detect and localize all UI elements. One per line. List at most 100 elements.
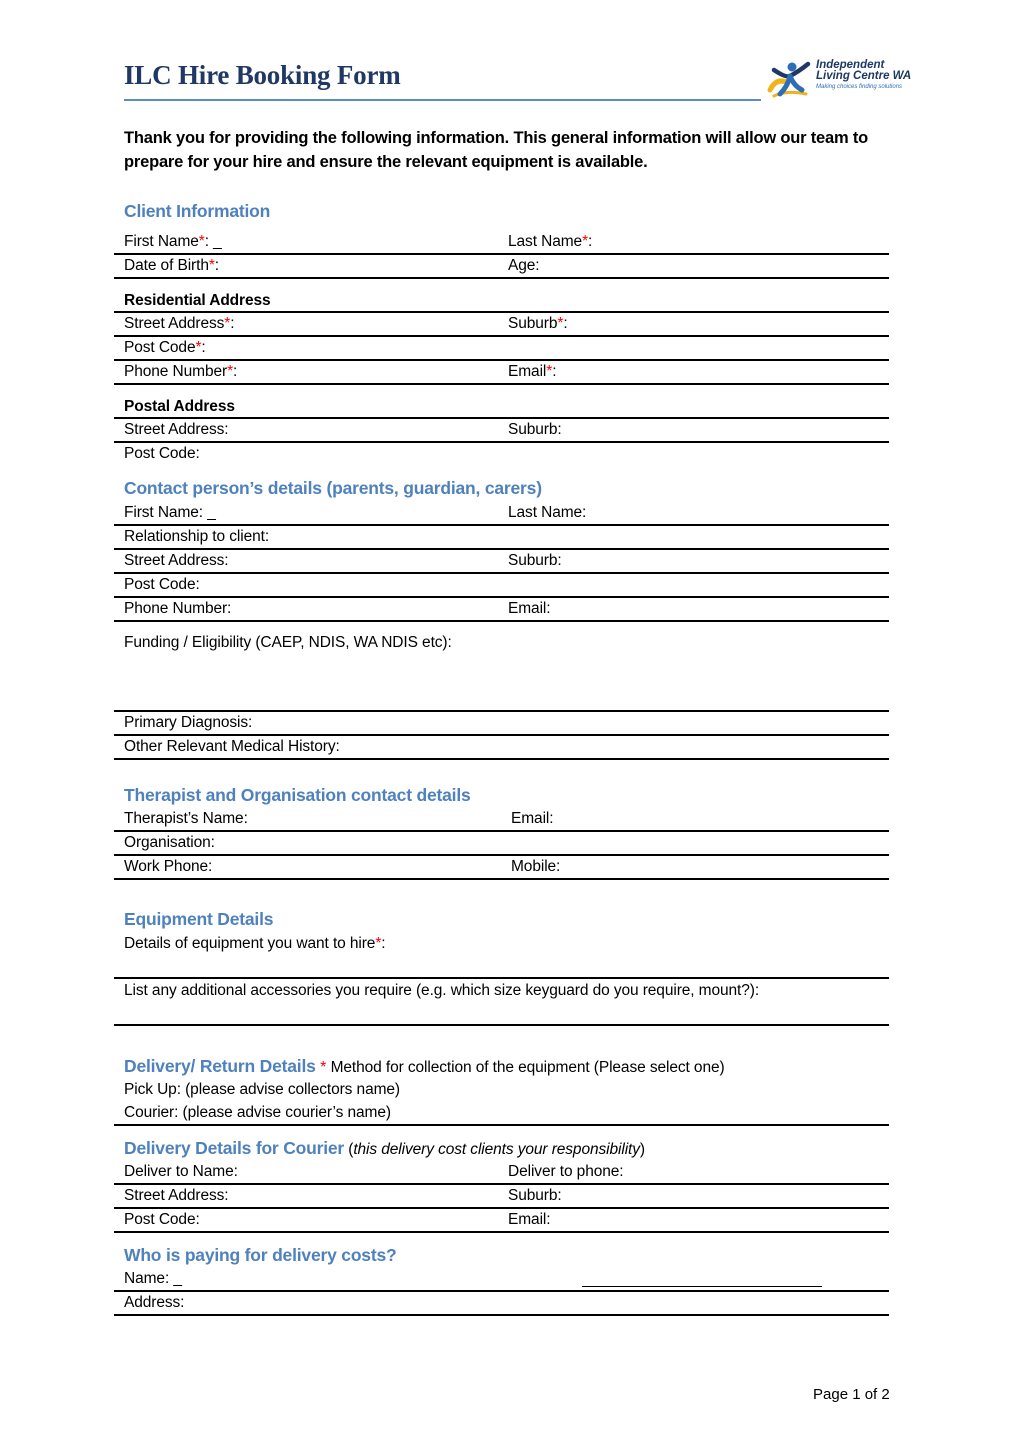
- required-marker: *: [195, 339, 202, 356]
- residential-suburb-field[interactable]: Suburb*:: [508, 315, 568, 333]
- therapist-name-field[interactable]: Therapist’s Name:: [124, 810, 248, 828]
- residential-street-field[interactable]: Street Address*:: [124, 315, 235, 333]
- note-close-paren: ): [639, 1141, 645, 1158]
- required-marker: *: [224, 315, 231, 332]
- postal-suburb-field[interactable]: Suburb:: [508, 421, 562, 439]
- delivery-return-line: Delivery/ Return Details * Method for co…: [124, 1056, 725, 1077]
- first-name-suffix: : _: [204, 233, 222, 250]
- equipment-details-field[interactable]: Details of equipment you want to hire*:: [124, 935, 386, 953]
- divider: [114, 758, 889, 760]
- divider: [114, 878, 889, 880]
- courier-cost-note: this delivery cost clients your responsi…: [353, 1141, 640, 1158]
- contact-phone-row: Phone Number: Email:: [114, 597, 889, 621]
- courier-postcode-row: Post Code: Email:: [114, 1208, 889, 1232]
- postal-postcode-field[interactable]: Post Code:: [124, 445, 200, 463]
- contact-postcode-field[interactable]: Post Code:: [124, 576, 200, 594]
- organisation-row: Organisation:: [114, 831, 889, 855]
- note-open-paren: (: [344, 1141, 354, 1158]
- divider: [114, 1124, 889, 1126]
- person-figure-logo-icon: [767, 61, 811, 98]
- contact-phone-field[interactable]: Phone Number:: [124, 600, 231, 618]
- relationship-field[interactable]: Relationship to client:: [124, 528, 269, 546]
- email-label: Email: [508, 363, 547, 380]
- residential-postcode-field[interactable]: Post Code*:: [124, 339, 206, 357]
- required-marker: *: [546, 363, 553, 380]
- postal-street-field[interactable]: Street Address:: [124, 421, 229, 439]
- client-dob-row: Date of Birth*: Age:: [114, 254, 889, 278]
- divider: [114, 383, 889, 385]
- funding-field[interactable]: Funding / Eligibility (CAEP, NDIS, WA ND…: [124, 634, 452, 652]
- first-name-field[interactable]: First Name*: _: [124, 233, 222, 251]
- last-name-label: Last Name: [508, 233, 583, 250]
- intro-text: Thank you for providing the following in…: [124, 129, 869, 171]
- primary-diagnosis-field[interactable]: Primary Diagnosis:: [124, 714, 252, 732]
- postal-street-row: Street Address: Suburb:: [114, 418, 889, 442]
- residential-address-heading: Residential Address: [124, 292, 271, 309]
- contact-person-heading: Contact person’s details (parents, guard…: [124, 478, 542, 498]
- organisation-field[interactable]: Organisation:: [124, 834, 215, 852]
- required-marker: *: [557, 315, 564, 332]
- accessories-field[interactable]: List any additional accessories you requ…: [124, 982, 759, 1000]
- postal-postcode-row: Post Code:: [114, 442, 889, 466]
- courier-street-row: Street Address: Suburb:: [114, 1184, 889, 1208]
- suburb-label: Suburb: [508, 315, 558, 332]
- work-phone-field[interactable]: Work Phone:: [124, 858, 212, 876]
- pickup-option[interactable]: Pick Up: (please advise collectors name): [124, 1081, 400, 1099]
- divider: [114, 277, 889, 279]
- courier-postcode-field[interactable]: Post Code:: [124, 1211, 200, 1229]
- therapist-heading: Therapist and Organisation contact detai…: [124, 785, 471, 805]
- client-info-heading: Client Information: [124, 201, 271, 221]
- delivery-return-heading: Delivery/ Return Details: [124, 1056, 316, 1076]
- therapist-email-field[interactable]: Email:: [511, 810, 554, 828]
- postcode-label: Post Code: [124, 339, 196, 356]
- payer-name-blank-line: [582, 1286, 822, 1287]
- courier-email-field[interactable]: Email:: [508, 1211, 551, 1229]
- age-field[interactable]: Age:: [508, 257, 540, 275]
- deliver-phone-field[interactable]: Deliver to phone:: [508, 1163, 624, 1181]
- page-number: Page 1 of 2: [813, 1386, 890, 1403]
- phone-field[interactable]: Phone Number*:: [124, 363, 237, 381]
- courier-option[interactable]: Courier: (please advise courier’s name): [124, 1104, 391, 1122]
- payer-heading: Who is paying for delivery costs?: [124, 1245, 397, 1265]
- residential-street-row: Street Address*: Suburb*:: [114, 312, 889, 336]
- email-field[interactable]: Email*:: [508, 363, 557, 381]
- medical-history-field[interactable]: Other Relevant Medical History:: [124, 738, 340, 756]
- logo-tagline: Making choices finding solutions: [816, 84, 903, 90]
- payer-name-field[interactable]: Name: _: [124, 1270, 182, 1288]
- divider: [114, 620, 889, 622]
- contact-first-name-field[interactable]: First Name: _: [124, 504, 216, 522]
- required-marker: *: [227, 363, 233, 380]
- client-name-row: First Name*: _ Last Name*:: [114, 230, 889, 254]
- required-marker: *: [375, 935, 382, 952]
- ilc-logo: Independent Living Centre WA Making choi…: [766, 59, 936, 100]
- therapist-name-row: Therapist’s Name: Email:: [114, 807, 889, 831]
- courier-suburb-field[interactable]: Suburb:: [508, 1187, 562, 1205]
- contact-street-row: Street Address: Suburb:: [114, 549, 889, 573]
- payer-address-row: Address:: [114, 1291, 889, 1315]
- payer-name-row: Name: _: [114, 1267, 889, 1291]
- divider: [114, 1231, 889, 1233]
- deliver-to-row: Deliver to Name: Deliver to phone:: [114, 1160, 889, 1184]
- courier-street-field[interactable]: Street Address:: [124, 1187, 229, 1205]
- medical-history-row: Other Relevant Medical History:: [114, 735, 889, 759]
- street-label: Street Address: [124, 315, 225, 332]
- contact-relationship-row: Relationship to client:: [114, 525, 889, 549]
- contact-street-field[interactable]: Street Address:: [124, 552, 229, 570]
- contact-email-field[interactable]: Email:: [508, 600, 551, 618]
- divider: [114, 977, 889, 979]
- title-underline: [124, 99, 761, 101]
- mobile-field[interactable]: Mobile:: [511, 858, 560, 876]
- last-name-field[interactable]: Last Name*:: [508, 233, 592, 251]
- page-title: ILC Hire Booking Form: [124, 60, 401, 90]
- therapist-phone-row: Work Phone: Mobile:: [114, 855, 889, 879]
- dob-field[interactable]: Date of Birth*:: [124, 257, 219, 275]
- contact-postcode-row: Post Code:: [114, 573, 889, 597]
- contact-suburb-field[interactable]: Suburb:: [508, 552, 562, 570]
- collection-method-text: Method for collection of the equipment (…: [326, 1059, 725, 1076]
- equipment-heading: Equipment Details: [124, 909, 274, 929]
- contact-last-name-field[interactable]: Last Name:: [508, 504, 586, 522]
- deliver-name-field[interactable]: Deliver to Name:: [124, 1163, 238, 1181]
- dob-label: Date of Birth: [124, 257, 209, 274]
- payer-address-field[interactable]: Address:: [124, 1294, 184, 1312]
- equipment-details-label: Details of equipment you want to hire: [124, 935, 376, 952]
